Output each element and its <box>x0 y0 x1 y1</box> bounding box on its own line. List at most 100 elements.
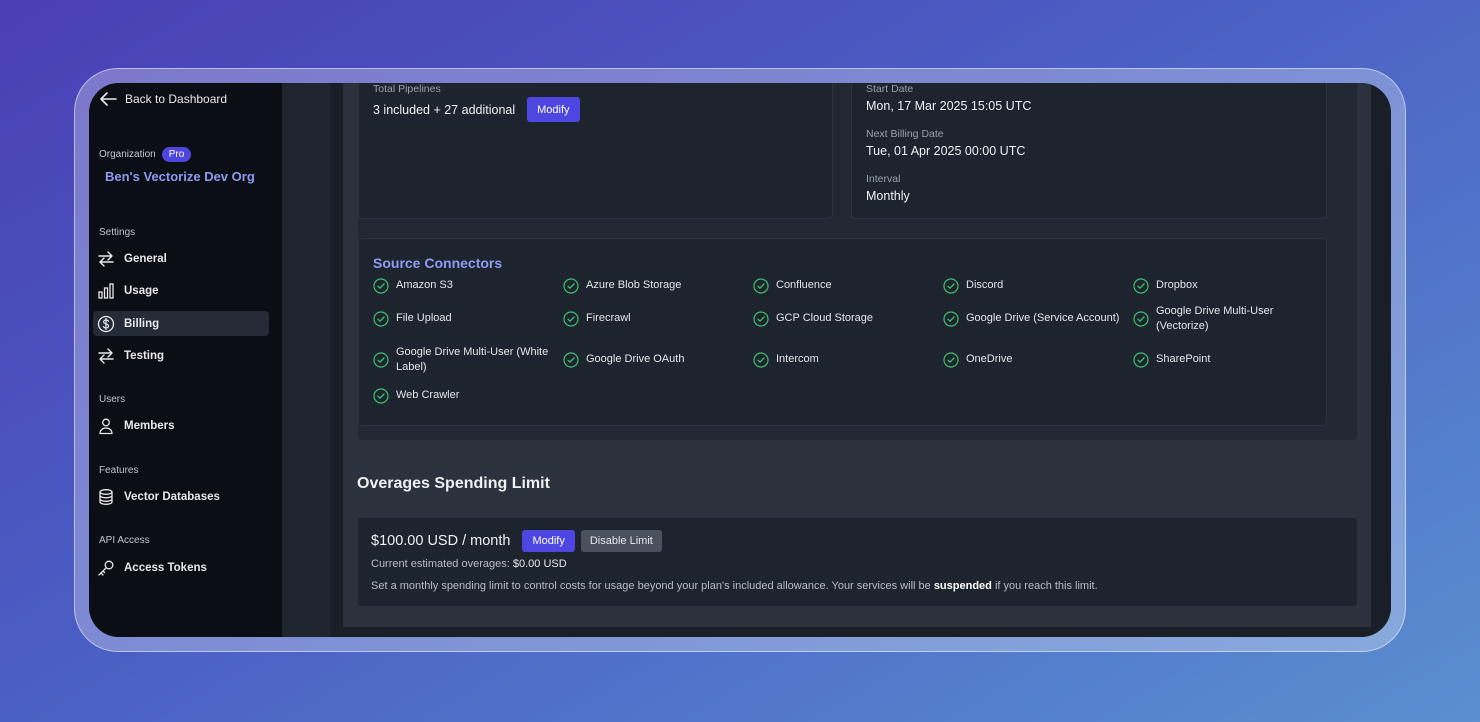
connector-item: Dropbox <box>1133 278 1313 294</box>
spending-limit-card: $100.00 USD / month Modify Disable Limit… <box>357 517 1358 607</box>
connector-item: Google Drive Multi-User (White Label) <box>373 346 553 373</box>
connector-label: SharePoint <box>1156 353 1211 366</box>
connector-label: Discord <box>966 279 1004 292</box>
connector-item: File Upload <box>373 311 553 327</box>
dollar-circle-icon <box>97 315 115 332</box>
connector-item: Firecrawl <box>563 311 743 327</box>
overages-title: Overages Spending Limit <box>357 475 550 492</box>
check-circle-icon <box>943 311 959 327</box>
connector-label: GCP Cloud Storage <box>776 312 874 325</box>
interval-label: Interval <box>866 173 901 185</box>
pipelines-label: Total Pipelines <box>373 83 441 95</box>
check-circle-icon <box>563 352 579 368</box>
organization-name[interactable]: Ben's Vectorize Dev Org <box>105 169 255 184</box>
arrows-swap-icon <box>98 347 114 364</box>
limit-row: $100.00 USD / month Modify Disable Limit <box>371 530 662 552</box>
connector-item: Azure Blob Storage <box>563 278 743 294</box>
organization-label: Organization <box>99 149 156 160</box>
interval-value: Monthly <box>866 189 910 203</box>
database-icon <box>99 488 113 505</box>
sidebar-item-label: General <box>124 252 167 265</box>
pipelines-card: Total Pipelines 3 included + 27 addition… <box>358 83 833 219</box>
connector-label: Intercom <box>776 353 819 366</box>
check-circle-icon <box>1133 311 1149 327</box>
check-circle-icon <box>943 278 959 294</box>
modify-pipelines-button[interactable]: Modify <box>527 97 580 122</box>
key-icon <box>98 560 114 576</box>
check-circle-icon <box>753 278 769 294</box>
check-circle-icon <box>373 352 389 368</box>
sidebar: Back to Dashboard Organization Pro Ben's… <box>89 83 282 637</box>
sidebar-item-label: Access Tokens <box>124 561 207 574</box>
organization-label-row: Organization Pro <box>99 147 192 162</box>
connector-item: Intercom <box>753 352 933 368</box>
connector-label: Firecrawl <box>586 312 631 325</box>
check-circle-icon <box>373 311 389 327</box>
check-circle-icon <box>1133 278 1149 294</box>
connector-label: Azure Blob Storage <box>586 279 682 292</box>
check-circle-icon <box>373 388 389 404</box>
connector-item: Amazon S3 <box>373 278 553 294</box>
sidebar-item-label: Vector Databases <box>124 490 220 503</box>
check-circle-icon <box>563 278 579 294</box>
plan-card: Total Pipelines 3 included + 27 addition… <box>357 83 1358 441</box>
arrow-left-icon <box>100 92 117 106</box>
sidebar-item-billing[interactable]: Billing <box>93 311 269 336</box>
app-window: Back to Dashboard Organization Pro Ben's… <box>89 83 1391 637</box>
limit-note-prefix: Set a monthly spending limit to control … <box>371 580 931 592</box>
connector-label: Dropbox <box>1156 279 1198 292</box>
sidebar-item-label: Usage <box>124 284 159 297</box>
limit-value: $100.00 USD / month <box>371 533 511 549</box>
sidebar-item-access-tokens[interactable]: Access Tokens <box>93 555 269 580</box>
connector-item: Google Drive OAuth <box>563 352 743 368</box>
next-billing-value: Tue, 01 Apr 2025 00:00 UTC <box>866 144 1026 158</box>
pipelines-row: 3 included + 27 additional Modify <box>373 97 580 122</box>
sidebar-item-label: Members <box>124 419 175 432</box>
connector-label: Google Drive Multi-User (Vectorize) <box>1156 304 1274 332</box>
connector-label: Confluence <box>776 279 832 292</box>
user-icon <box>99 418 113 434</box>
connector-item: Google Drive (Service Account) <box>943 311 1123 327</box>
connector-item: Google Drive Multi-User (Vectorize) <box>1133 305 1313 332</box>
next-billing-label: Next Billing Date <box>866 128 944 140</box>
connector-item: Web Crawler <box>373 388 553 404</box>
disable-limit-button[interactable]: Disable Limit <box>580 530 662 552</box>
sidebar-item-general[interactable]: General <box>93 246 269 271</box>
connector-label: Google Drive Multi-User (White Label) <box>396 345 549 373</box>
start-date-label: Start Date <box>866 83 914 95</box>
source-connectors-title: Source Connectors <box>373 255 503 271</box>
connector-label: Google Drive (Service Account) <box>966 312 1120 325</box>
modify-limit-button[interactable]: Modify <box>522 530 575 552</box>
plan-badge: Pro <box>161 147 192 162</box>
billing-panel: Total Pipelines 3 included + 27 addition… <box>343 83 1371 627</box>
section-label-users: Users <box>99 394 126 405</box>
current-overages-label: Current estimated overages: <box>371 558 510 570</box>
connector-item: SharePoint <box>1133 352 1313 368</box>
connector-item: OneDrive <box>943 352 1123 368</box>
connector-item: Discord <box>943 278 1123 294</box>
current-overages-row: Current estimated overages: $0.00 USD <box>371 558 567 570</box>
secondary-column <box>282 83 330 637</box>
connector-label: Web Crawler <box>396 389 460 402</box>
sidebar-item-members[interactable]: Members <box>93 413 269 438</box>
connector-label: OneDrive <box>966 353 1013 366</box>
check-circle-icon <box>753 352 769 368</box>
billing-dates-card: Start Date Mon, 17 Mar 2025 15:05 UTC Ne… <box>851 83 1327 219</box>
check-circle-icon <box>1133 352 1149 368</box>
section-label-api-access: API Access <box>99 535 150 546</box>
check-circle-icon <box>563 311 579 327</box>
sidebar-item-label: Billing <box>124 317 160 330</box>
sidebar-item-label: Testing <box>124 349 165 362</box>
connector-item: GCP Cloud Storage <box>753 311 933 327</box>
check-circle-icon <box>943 352 959 368</box>
limit-note-bold: suspended <box>933 580 992 592</box>
back-to-dashboard-link[interactable]: Back to Dashboard <box>99 91 227 107</box>
main-content: Total Pipelines 3 included + 27 addition… <box>330 83 1391 637</box>
sidebar-item-testing[interactable]: Testing <box>93 343 269 368</box>
limit-note: Set a monthly spending limit to control … <box>371 580 1098 592</box>
start-date-value: Mon, 17 Mar 2025 15:05 UTC <box>866 99 1032 113</box>
sidebar-item-usage[interactable]: Usage <box>93 278 269 303</box>
sidebar-item-vector-databases[interactable]: Vector Databases <box>93 484 269 509</box>
connector-label: Google Drive OAuth <box>586 353 685 366</box>
section-label-features: Features <box>99 465 139 476</box>
